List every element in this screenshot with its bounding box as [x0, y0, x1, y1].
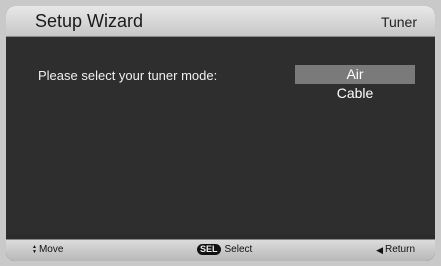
up-down-arrows-icon: ▲ ▼ — [32, 243, 37, 255]
footer-hints: ▲ ▼ Move SEL Select ◀ Return — [6, 239, 435, 261]
header-bar: Setup Wizard Tuner — [6, 6, 435, 37]
select-label: Select — [224, 244, 253, 255]
screen-name: Tuner — [380, 14, 417, 30]
left-triangle-icon: ◀ — [376, 244, 383, 255]
move-hint: ▲ ▼ Move — [32, 244, 63, 255]
return-label: Return — [384, 244, 415, 255]
page-title: Setup Wizard — [35, 11, 144, 31]
move-label: Move — [38, 244, 64, 255]
option-air[interactable]: Air — [295, 65, 415, 84]
return-hint: ◀ Return — [376, 244, 415, 255]
tuner-mode-prompt: Please select your tuner mode: — [38, 68, 218, 83]
option-cable[interactable]: Cable — [295, 84, 415, 103]
wizard-window: Setup Wizard Tuner Please select your tu… — [6, 6, 435, 261]
select-hint: SEL Select — [197, 244, 252, 255]
content-panel: Please select your tuner mode: Air Cable — [6, 37, 435, 235]
sel-key-badge: SEL — [197, 244, 221, 255]
